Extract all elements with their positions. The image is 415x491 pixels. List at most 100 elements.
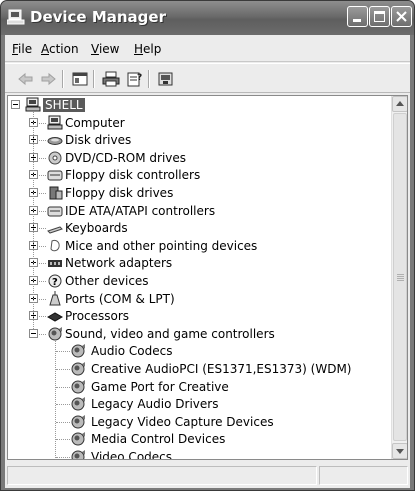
device-tree[interactable]: SHELL Computer Disk drives DVD/CD-ROM drive… [7, 95, 408, 460]
close-button[interactable] [391, 6, 412, 27]
network-adapter-icon [47, 255, 63, 271]
tree-item[interactable]: Processors [8, 307, 388, 325]
processor-icon [46, 308, 64, 324]
ide-controller-icon [47, 203, 63, 219]
status-bar [7, 464, 408, 486]
tree-item-label: Mice and other pointing devices [65, 238, 258, 253]
floppy-controller-icon [47, 167, 63, 183]
tree-child-item[interactable]: Media Control Devices [8, 430, 388, 448]
tree-item-label: Video Codecs [91, 450, 173, 460]
sound-icon [70, 379, 86, 395]
maximize-button[interactable] [369, 6, 390, 27]
toolbar-separator [148, 70, 150, 88]
tree-item-label: Floppy disk controllers [65, 168, 201, 183]
device-manager-window: Device Manager File Action View Help ? S… [0, 0, 415, 491]
unknown-device-icon: ? [47, 273, 63, 289]
scroll-thumb[interactable] [393, 113, 407, 441]
close-icon [396, 11, 407, 22]
scroll-up-arrow-icon [396, 101, 404, 106]
tree-item-label: Audio Codecs [91, 344, 173, 359]
tree-item[interactable]: IDE ATA/ATAPI controllers [8, 202, 388, 220]
tree-item[interactable]: DVD/CD-ROM drives [8, 149, 388, 167]
tree-item-label: Other devices [65, 274, 149, 288]
window-title: Device Manager [30, 8, 166, 26]
tree-item[interactable]: Computer [8, 114, 388, 132]
scroll-grip [397, 280, 404, 281]
title-bar[interactable]: Device Manager [1, 1, 414, 35]
tree-item-label: Disk drives [65, 133, 132, 148]
tree-item-label: SHELL [43, 98, 85, 112]
minimize-icon [353, 19, 361, 22]
tree-item[interactable]: Floppy disk controllers [8, 166, 388, 184]
minimize-button[interactable] [347, 6, 368, 27]
port-icon [47, 290, 63, 307]
sound-icon [70, 343, 86, 359]
toolbar-separator [62, 70, 64, 88]
properties-icon[interactable]: ? [126, 71, 144, 87]
tree-root[interactable]: SHELL [8, 96, 388, 114]
tree-item-label: Computer [65, 115, 125, 130]
print-icon[interactable] [102, 71, 120, 87]
vertical-scrollbar[interactable] [391, 96, 407, 459]
svg-text:?: ? [137, 73, 142, 83]
mouse-icon [47, 238, 63, 254]
sound-icon [47, 326, 63, 342]
computer-icon [25, 97, 41, 113]
menu-file[interactable]: File [12, 42, 32, 56]
tree-item-label: Creative AudioPCI (ES1371,ES1373) (WDM) [91, 362, 352, 376]
back-arrow-icon[interactable] [17, 71, 35, 87]
menu-view[interactable]: View [91, 42, 119, 56]
svg-text:?: ? [52, 277, 58, 288]
sound-icon [70, 396, 86, 412]
scroll-down-button[interactable] [392, 443, 407, 459]
forward-arrow-icon[interactable] [39, 71, 57, 87]
tree-item[interactable]: Network adapters [8, 254, 388, 272]
sound-icon [70, 431, 86, 447]
tree-child-item[interactable]: Audio Codecs [8, 342, 388, 360]
scroll-grip [397, 276, 404, 277]
tree-item-label: Sound, video and game controllers [65, 326, 275, 341]
tree-child-item[interactable]: Creative AudioPCI (ES1371,ES1373) (WDM) [8, 360, 388, 378]
tree-line [33, 111, 34, 329]
sound-icon [70, 414, 86, 430]
show-hide-tree-icon[interactable] [71, 71, 89, 87]
tree-item-label: Legacy Audio Drivers [91, 397, 219, 412]
tree-child-item[interactable]: Game Port for Creative [8, 378, 388, 396]
help-icon[interactable] [157, 71, 175, 87]
toolbar-separator [93, 70, 95, 88]
scroll-up-button[interactable] [392, 96, 407, 112]
maximize-icon [374, 11, 385, 22]
tree-item-label: Floppy disk drives [65, 186, 174, 200]
disk-drive-icon [47, 132, 63, 148]
tree-item-label: Processors [65, 309, 130, 324]
tree-item-label: Legacy Video Capture Devices [91, 414, 274, 429]
tree-item[interactable]: Keyboards [8, 219, 388, 237]
tree-item[interactable]: Ports (COM & LPT) [8, 290, 388, 308]
floppy-drive-icon [47, 185, 63, 201]
sound-icon [70, 449, 86, 459]
tree-item[interactable]: Mice and other pointing devices [8, 237, 388, 255]
menu-action[interactable]: Action [41, 42, 79, 56]
tree-item[interactable]: Floppy disk drives [8, 184, 388, 202]
tree-item-label: Ports (COM & LPT) [65, 291, 175, 306]
tree-item[interactable]: Sound, video and game controllers [8, 325, 388, 343]
status-cell-main [7, 466, 317, 485]
tree-item-label: IDE ATA/ATAPI controllers [65, 203, 216, 218]
tree-child-item[interactable]: Legacy Audio Drivers [8, 395, 388, 413]
status-cell-secondary [319, 466, 408, 485]
window-body: File Action View Help ? SHELL Computer D… [5, 35, 410, 488]
computer-monitor-icon [7, 9, 25, 25]
tree-item-label: Game Port for Creative [91, 379, 229, 394]
scroll-grip [397, 274, 404, 275]
scroll-down-arrow-icon [396, 449, 404, 454]
menu-help[interactable]: Help [134, 42, 161, 56]
tree-child-item[interactable]: Video Codecs [8, 448, 388, 460]
sound-icon [70, 361, 86, 377]
tree-item[interactable]: ? Other devices [8, 272, 388, 290]
tree-child-item[interactable]: Legacy Video Capture Devices [8, 413, 388, 431]
tree-item-label: Keyboards [65, 221, 128, 236]
toolbar: ? [5, 63, 410, 93]
computer-icon [47, 115, 63, 131]
keyboard-icon [47, 220, 63, 236]
tree-item[interactable]: Disk drives [8, 131, 388, 149]
